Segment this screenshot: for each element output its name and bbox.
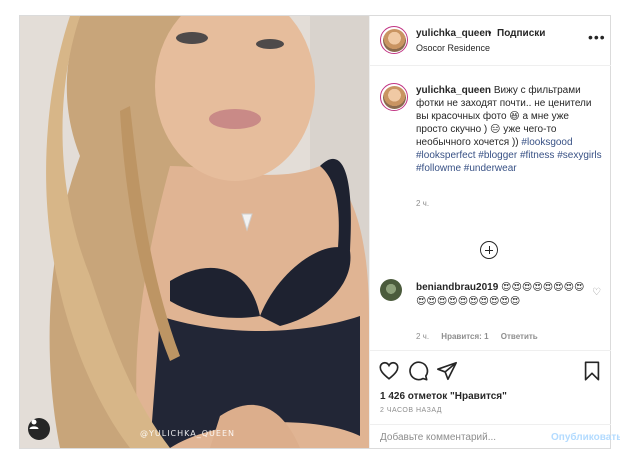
comment-body: beniandbrau2019 😍😍😍😍😍😍😍😍😍😍😍😍😍😍😍😍😍😍: [416, 281, 586, 309]
publish-button[interactable]: Опубликовать: [551, 432, 620, 443]
comment-likes-count[interactable]: Нравится: 1: [441, 332, 488, 341]
comment-icon[interactable]: [407, 360, 429, 382]
following-button[interactable]: Подписки: [497, 28, 545, 39]
add-comment-bar: Опубликовать: [370, 424, 620, 449]
post-location[interactable]: Osocor Residence: [416, 43, 490, 53]
author-username[interactable]: yulichka_queen: [416, 28, 491, 39]
bookmark-icon[interactable]: [581, 360, 603, 382]
post-header: yulichka_queen • Подписки Osocor Residen…: [370, 16, 611, 66]
user-tags-button[interactable]: [28, 418, 50, 440]
plus-circle-icon[interactable]: [480, 241, 498, 259]
caption-avatar[interactable]: [380, 83, 408, 111]
comment-input[interactable]: [380, 429, 530, 445]
comment-meta: 2 ч. Нравится: 1 Ответить: [416, 332, 548, 341]
post-caption: yulichka_queen Вижу с фильтрами фотки не…: [416, 84, 602, 175]
more-horizontal-icon[interactable]: •••: [588, 30, 606, 44]
likes-count[interactable]: 1 426 отметок "Нравится": [380, 391, 507, 402]
comment-time: 2 ч.: [416, 332, 430, 341]
post-timestamp[interactable]: 2 ЧАСОВ НАЗАД: [380, 407, 442, 414]
commenter-avatar[interactable]: [380, 279, 402, 301]
author-avatar[interactable]: [380, 26, 408, 54]
post-photo[interactable]: @YULICHKA_QUEEN: [20, 16, 369, 448]
post-sidebar: yulichka_queen • Подписки Osocor Residen…: [369, 16, 620, 449]
header-separator: •: [488, 28, 492, 39]
photo-watermark: @YULICHKA_QUEEN: [140, 429, 235, 438]
comments-section: yulichka_queen Вижу с фильтрами фотки не…: [370, 67, 611, 350]
share-icon[interactable]: [436, 360, 458, 382]
instagram-post: @YULICHKA_QUEEN yulichka_queen • Подписк…: [19, 15, 620, 449]
photo-illustration: [20, 16, 369, 448]
person-icon: [29, 419, 39, 429]
reply-button[interactable]: Ответить: [501, 332, 538, 341]
heart-icon[interactable]: [378, 360, 400, 382]
caption-time: 2 ч.: [416, 199, 430, 208]
caption-username[interactable]: yulichka_queen: [416, 85, 491, 96]
post-actions: 1 426 отметок "Нравится" 2 ЧАСОВ НАЗАД О…: [370, 350, 620, 449]
heart-outline-icon[interactable]: ♡: [592, 287, 601, 298]
commenter-username[interactable]: beniandbrau2019: [416, 282, 498, 293]
